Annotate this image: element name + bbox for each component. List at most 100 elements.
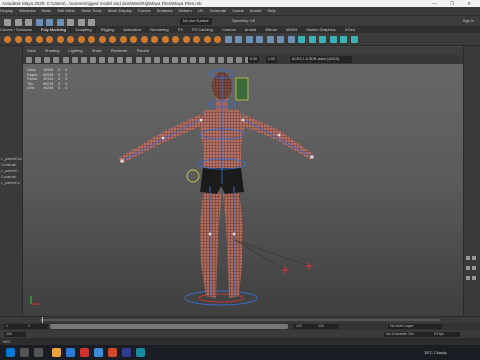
backface-icon[interactable] — [235, 56, 242, 63]
ambient-occlusion-icon[interactable] — [172, 56, 178, 63]
plane-icon[interactable] — [56, 36, 64, 43]
browser-icon[interactable] — [66, 348, 75, 357]
view-menu-item[interactable]: View — [27, 48, 36, 53]
menu-item[interactable]: Display — [0, 8, 13, 13]
shelf-tab[interactable]: Animation — [123, 27, 141, 32]
shelf-tab[interactable]: Motion Graphics — [307, 27, 336, 32]
smooth-icon[interactable] — [182, 36, 190, 43]
target-weld-icon[interactable] — [308, 36, 316, 43]
anti-alias-icon[interactable] — [190, 56, 197, 63]
cube-icon[interactable] — [14, 36, 22, 43]
root-control-ring[interactable] — [184, 290, 258, 306]
character-set-dropdown[interactable]: No Character Set — [384, 331, 432, 337]
cone-icon[interactable] — [35, 36, 43, 43]
menu-item[interactable]: Edit Mesh — [58, 8, 76, 13]
select-hierarchy-icon[interactable] — [35, 19, 43, 26]
layer-icon[interactable] — [472, 276, 476, 280]
boolean-icon[interactable] — [193, 36, 200, 43]
current-frame-field[interactable]: 200 — [4, 331, 26, 337]
media-icon[interactable] — [80, 348, 89, 357]
gamma-field[interactable]: 1.00 — [266, 56, 277, 63]
snap-grid-icon[interactable] — [67, 19, 74, 26]
platonic-icon[interactable] — [77, 36, 85, 43]
sign-in-button[interactable]: Sign In — [463, 18, 474, 25]
menu-item[interactable]: Help — [267, 8, 275, 13]
combine-icon[interactable] — [161, 36, 169, 43]
cylinder-icon[interactable] — [25, 36, 32, 43]
hip-control[interactable] — [186, 169, 200, 183]
channel-box-panel[interactable] — [463, 46, 480, 316]
grid-icon[interactable] — [62, 56, 69, 63]
maya-icon[interactable] — [136, 348, 145, 357]
menu-item[interactable]: Windows — [19, 8, 35, 13]
view-menu-item[interactable]: Panels — [137, 48, 149, 53]
layer-icon[interactable] — [466, 256, 470, 260]
outliner-item[interactable]: L_parentCo — [0, 180, 22, 186]
face-control-box[interactable] — [235, 77, 249, 101]
extract-icon[interactable] — [203, 36, 211, 43]
quad-draw-icon[interactable] — [319, 36, 326, 43]
menu-item[interactable]: Curves — [138, 8, 151, 13]
shelf-tab[interactable]: Bifrost — [265, 27, 276, 32]
pole-vector-control[interactable] — [281, 262, 313, 274]
select-component-icon[interactable] — [56, 19, 64, 26]
character-rig[interactable] — [23, 64, 463, 316]
separate-icon[interactable] — [172, 36, 179, 43]
start-frame-field[interactable]: 1 — [4, 324, 26, 329]
field-chart-icon[interactable] — [99, 56, 105, 63]
wireframe-icon[interactable] — [117, 56, 124, 63]
menu-item[interactable]: Arnold — [250, 8, 262, 13]
pipe-icon[interactable] — [109, 36, 116, 43]
image-plane-icon[interactable] — [53, 56, 60, 63]
shelf-tab[interactable]: Rendering — [150, 27, 168, 32]
range-bar[interactable] — [50, 324, 288, 329]
shelf-tab[interactable]: Custom — [222, 27, 236, 32]
menu-item[interactable]: Mesh — [42, 8, 52, 13]
snap-point-icon[interactable] — [88, 19, 95, 26]
color-space-dropdown[interactable]: ACES 1.0 SDR-video (ACES) — [290, 56, 352, 63]
soccer-ball-icon[interactable] — [140, 36, 148, 43]
layer-icon[interactable] — [466, 276, 470, 280]
bevel-icon[interactable] — [245, 36, 253, 43]
snap-curve-icon[interactable] — [77, 19, 85, 26]
camera-icon[interactable] — [26, 56, 32, 63]
photoshop-icon[interactable] — [122, 348, 131, 357]
shelf-tab[interactable]: Arnold — [245, 27, 257, 32]
search-icon[interactable] — [20, 348, 29, 357]
layer-icon[interactable] — [472, 256, 476, 260]
new-scene-icon[interactable] — [4, 19, 11, 26]
mirror-icon[interactable] — [214, 36, 221, 43]
menu-item[interactable]: Surfaces — [157, 8, 173, 13]
disc-icon[interactable] — [67, 36, 74, 43]
xray-icon[interactable] — [217, 56, 224, 63]
view-menu-item[interactable]: Shading — [45, 48, 60, 53]
window-controls[interactable]: — ❐ ✕ — [432, 0, 477, 7]
shelf-tab-active[interactable]: Poly Modeling — [41, 27, 66, 32]
app-icon[interactable] — [94, 348, 103, 357]
anim-layer-dropdown[interactable]: No Anim Layer — [388, 324, 442, 329]
menu-item[interactable]: Mesh Display — [108, 8, 132, 13]
save-scene-icon[interactable] — [25, 19, 32, 26]
film-gate-icon[interactable] — [71, 56, 78, 63]
torus-icon[interactable] — [46, 36, 53, 43]
gate-mask-icon[interactable] — [89, 56, 96, 63]
menu-item[interactable]: Cache — [232, 8, 244, 13]
end-frame-field[interactable]: 120 — [316, 324, 338, 329]
shadows-icon[interactable] — [162, 56, 169, 63]
pyramid-icon[interactable] — [88, 36, 95, 43]
shelf-tab[interactable]: Curves / Surfaces — [0, 27, 32, 32]
motion-blur-icon[interactable] — [181, 56, 188, 63]
helix-icon[interactable] — [119, 36, 127, 43]
shelf-tab[interactable]: Sculpting — [75, 27, 91, 32]
menu-item[interactable]: Mesh Tools — [81, 8, 101, 13]
open-scene-icon[interactable] — [14, 19, 22, 26]
camera-attributes-icon[interactable] — [35, 56, 42, 63]
view-menu-item[interactable]: Renderer — [111, 48, 128, 53]
menu-item[interactable]: Generate — [210, 8, 227, 13]
edge-loop-icon[interactable] — [329, 36, 337, 43]
menu-item[interactable]: UV — [198, 8, 204, 13]
resolution-gate-icon[interactable] — [80, 56, 87, 63]
poke-icon[interactable] — [287, 36, 295, 43]
viewport[interactable]: Verts: 39930 0 0 Edges: 80048 0 0 Faces: 40124 0… — [23, 64, 463, 316]
live-surface-field[interactable]: No Live Surface — [180, 18, 212, 25]
